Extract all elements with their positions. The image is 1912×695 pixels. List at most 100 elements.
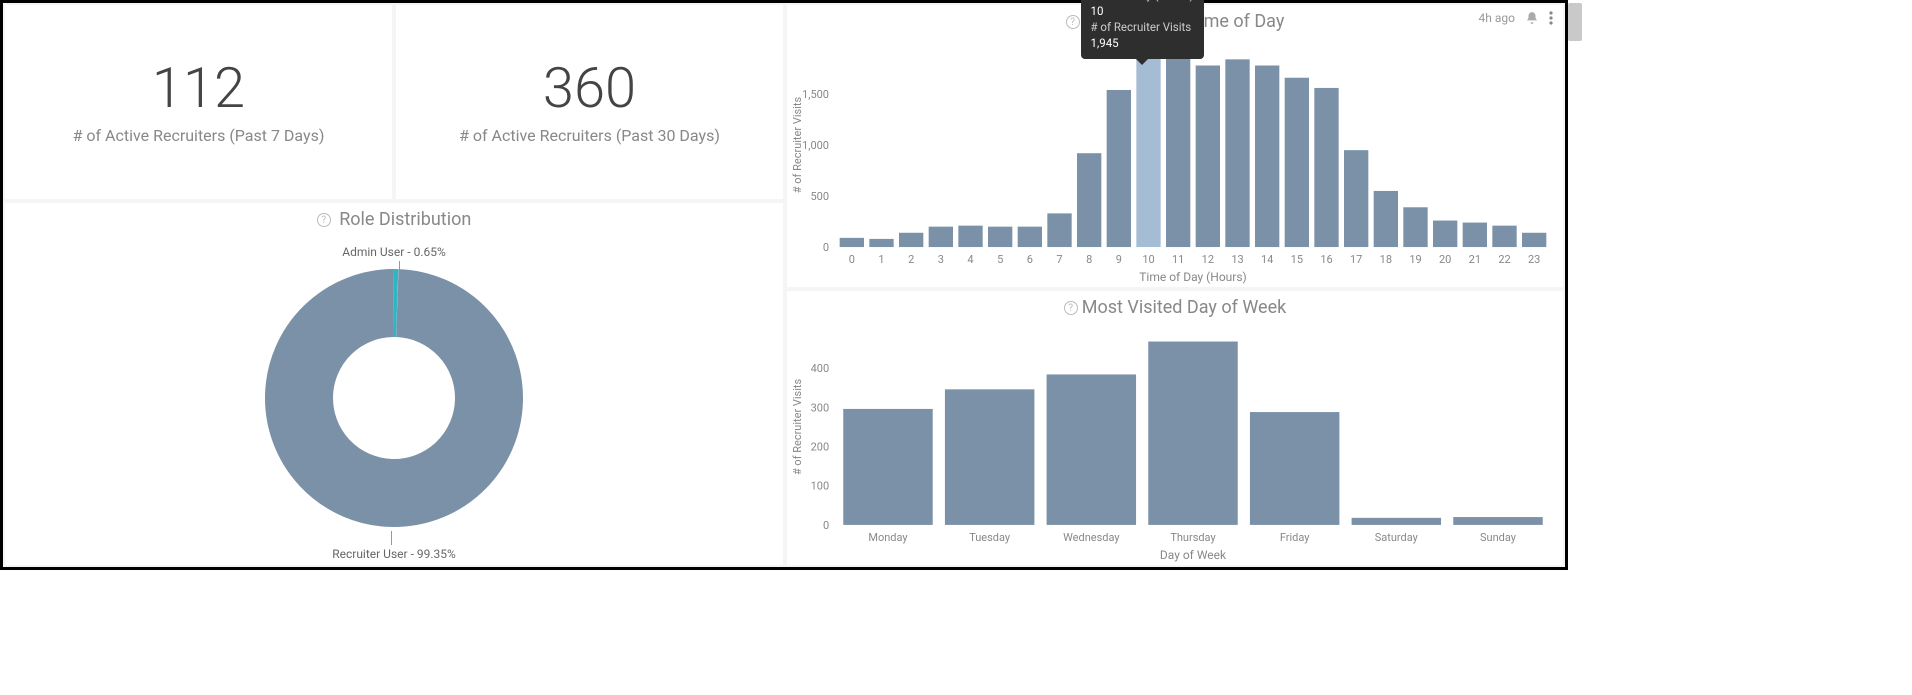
right-column: ? Most Visited Time of Day 4h ago 0 500 1,… [785, 3, 1565, 567]
svg-text:100: 100 [811, 480, 830, 493]
bar [929, 227, 953, 247]
leader-line [391, 531, 392, 545]
card-title: ? Role Distribution [5, 203, 783, 230]
time-of-day-card: ? Most Visited Time of Day 4h ago 0 500 1,… [787, 5, 1563, 287]
role-distribution-card: ? Role Distribution Admin User - 0.65% R… [5, 203, 783, 565]
bar [988, 227, 1012, 247]
bar [1136, 49, 1160, 247]
bar [1166, 51, 1190, 247]
bar [1463, 223, 1487, 247]
svg-text:1,000: 1,000 [802, 139, 829, 152]
bar [869, 239, 893, 247]
bell-icon[interactable] [1525, 11, 1539, 25]
donut-label-recruiter: Recruiter User - 99.35% [332, 547, 456, 561]
dashboard: 112 # of Active Recruiters (Past 7 Days)… [0, 0, 1568, 570]
bar [1352, 518, 1441, 525]
bar [899, 233, 923, 247]
bar [843, 409, 932, 525]
svg-text:Day of Week: Day of Week [1160, 548, 1227, 562]
day-of-week-card: ? Most Visited Day of Week 0100200300400… [787, 291, 1563, 565]
svg-text:16: 16 [1320, 253, 1332, 266]
kebab-menu-icon[interactable] [1549, 11, 1553, 25]
svg-text:400: 400 [811, 362, 830, 375]
svg-text:0: 0 [849, 253, 855, 266]
svg-text:# of Recruiter Visits: # of Recruiter Visits [791, 379, 804, 476]
bar [840, 238, 864, 247]
svg-text:200: 200 [811, 441, 830, 454]
svg-text:21: 21 [1469, 253, 1481, 266]
svg-text:18: 18 [1380, 253, 1392, 266]
bar [1018, 227, 1042, 247]
title-text: Most Visited Time of Day [1084, 11, 1285, 32]
bar [1225, 59, 1249, 247]
svg-text:7: 7 [1056, 253, 1062, 266]
timestamp-label: 4h ago [1479, 11, 1515, 25]
bar [1344, 150, 1368, 247]
help-icon[interactable]: ? [1066, 15, 1080, 29]
kpi-value: 360 [543, 60, 636, 116]
svg-text:2: 2 [908, 253, 914, 266]
scrollbar-thumb[interactable] [1568, 3, 1582, 41]
svg-text:Wednesday: Wednesday [1063, 531, 1120, 544]
left-column: 112 # of Active Recruiters (Past 7 Days)… [3, 3, 785, 567]
bar [1492, 226, 1516, 247]
title-text: Most Visited Day of Week [1082, 297, 1287, 318]
card-header: ? Most Visited Time of Day 4h ago [787, 5, 1563, 32]
help-icon[interactable]: ? [1064, 301, 1078, 315]
help-icon[interactable]: ? [317, 213, 331, 227]
kpi-row: 112 # of Active Recruiters (Past 7 Days)… [3, 3, 785, 201]
svg-text:Sunday: Sunday [1480, 531, 1517, 544]
bar [1285, 78, 1309, 247]
bar [1077, 153, 1101, 247]
svg-text:22: 22 [1498, 253, 1510, 266]
kpi-label: # of Active Recruiters (Past 7 Days) [73, 126, 325, 145]
bar [1433, 221, 1457, 248]
svg-text:14: 14 [1261, 253, 1273, 266]
svg-text:Tuesday: Tuesday [969, 531, 1011, 544]
card-header: ? Most Visited Day of Week [787, 291, 1563, 318]
svg-text:23: 23 [1528, 253, 1540, 266]
svg-text:Friday: Friday [1280, 531, 1310, 544]
svg-text:1,500: 1,500 [802, 88, 829, 101]
donut-label-admin: Admin User - 0.65% [342, 245, 446, 259]
svg-text:0: 0 [823, 241, 829, 254]
svg-text:Monday: Monday [868, 531, 908, 544]
svg-text:300: 300 [811, 401, 830, 414]
svg-text:3: 3 [938, 253, 944, 266]
bar [1314, 88, 1338, 247]
kpi-active-recruiters-7d: 112 # of Active Recruiters (Past 7 Days) [5, 5, 392, 199]
donut-chart [259, 263, 529, 533]
svg-text:17: 17 [1350, 253, 1362, 266]
chart-body: 0100200300400MondayTuesdayWednesdayThurs… [787, 321, 1563, 565]
bar [1374, 191, 1398, 247]
svg-text:12: 12 [1202, 253, 1214, 266]
title-text: Role Distribution [339, 209, 471, 230]
bar [1047, 213, 1071, 247]
bar [1250, 412, 1339, 525]
bar [1255, 65, 1279, 247]
svg-text:19: 19 [1409, 253, 1421, 266]
card-meta: 4h ago [1479, 11, 1553, 25]
svg-text:13: 13 [1231, 253, 1243, 266]
svg-text:Thursday: Thursday [1170, 531, 1216, 544]
bar [958, 226, 982, 247]
svg-text:5: 5 [997, 253, 1003, 266]
bar [1107, 90, 1131, 247]
bar [945, 389, 1034, 525]
svg-text:11: 11 [1172, 253, 1184, 266]
svg-text:# of Recruiter Visits: # of Recruiter Visits [791, 97, 804, 194]
svg-text:Saturday: Saturday [1375, 531, 1419, 544]
bar [1453, 517, 1542, 525]
bar [1196, 65, 1220, 247]
svg-text:9: 9 [1116, 253, 1122, 266]
kpi-value: 112 [152, 60, 245, 116]
svg-text:Time of Day (Hours): Time of Day (Hours) [1139, 270, 1246, 284]
svg-text:6: 6 [1027, 253, 1033, 266]
svg-text:20: 20 [1439, 253, 1451, 266]
kpi-active-recruiters-30d: 360 # of Active Recruiters (Past 30 Days… [396, 5, 783, 199]
svg-text:4: 4 [967, 253, 973, 266]
svg-text:10: 10 [1142, 253, 1154, 266]
svg-text:500: 500 [810, 190, 829, 203]
tooltip-line: Time of Day (Hours) [1091, 0, 1194, 3]
bar [1403, 207, 1427, 247]
